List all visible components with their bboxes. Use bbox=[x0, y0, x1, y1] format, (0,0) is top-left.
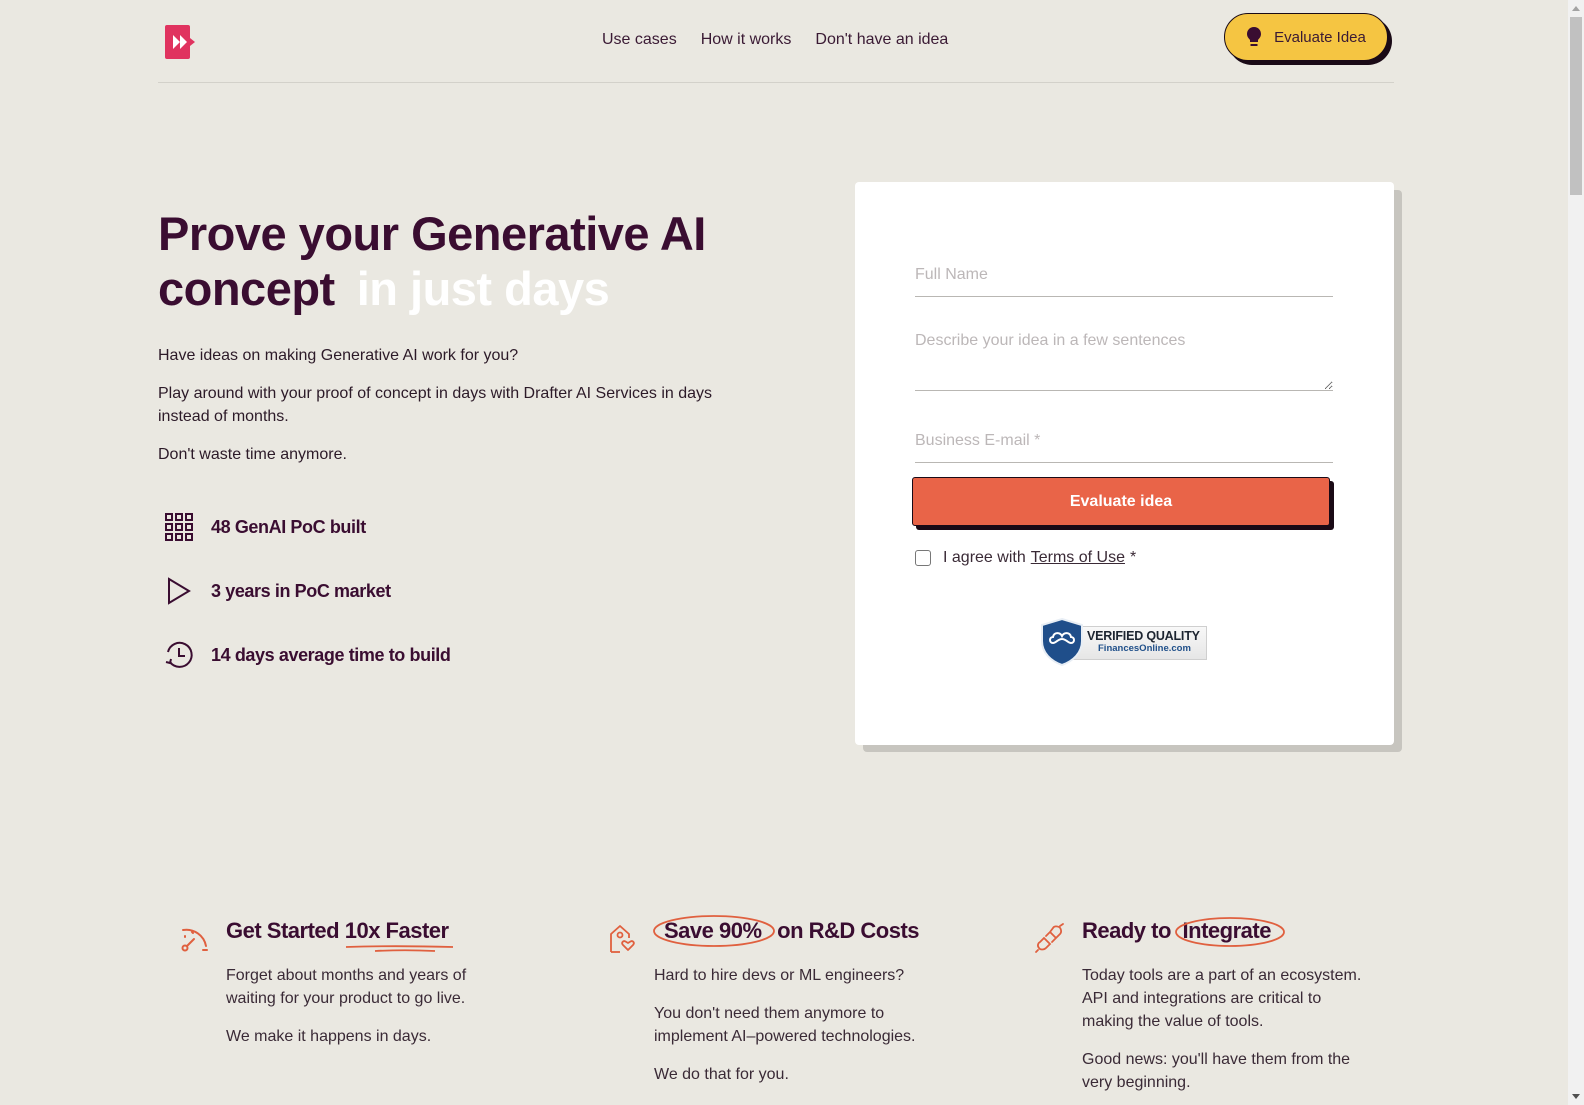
grid-icon bbox=[162, 510, 196, 544]
verified-quality-badge[interactable]: VERIFIED QUALITY FinancesOnline.com bbox=[1039, 617, 1209, 667]
feature-title-text: on R&D Costs bbox=[777, 918, 920, 943]
feature-body: Today tools are a part of an ecosystem. … bbox=[1082, 964, 1377, 1105]
full-name-input[interactable] bbox=[915, 254, 1333, 297]
logo-icon[interactable] bbox=[165, 25, 197, 59]
stats-list: 48 GenAI PoC built 3 years in PoC market… bbox=[162, 506, 451, 698]
stat-label: 14 days average time to build bbox=[211, 644, 451, 665]
stat-label: 48 GenAI PoC built bbox=[211, 516, 366, 537]
business-email-input[interactable] bbox=[915, 420, 1333, 463]
scrollbar-thumb[interactable] bbox=[1570, 17, 1582, 195]
stat-label: 3 years in PoC market bbox=[211, 580, 391, 601]
feature-title: Get Started 10x Faster bbox=[226, 918, 453, 952]
stat-item: 3 years in PoC market bbox=[162, 570, 451, 612]
plug-icon bbox=[1035, 923, 1064, 953]
hero-paragraph: Have ideas on making Generative AI work … bbox=[158, 347, 519, 364]
hero-paragraph: Don't waste time anymore. bbox=[158, 446, 347, 463]
feature-body: Forget about months and years of waiting… bbox=[226, 964, 486, 1063]
highlight-text: 10x Faster bbox=[344, 918, 449, 943]
highlight-text: Save 90% bbox=[664, 918, 762, 943]
feature-title: Ready to Integrate bbox=[1082, 917, 1285, 947]
feature-paragraph: We do that for you. bbox=[654, 1066, 789, 1083]
hero-title-accent: in just days bbox=[356, 262, 610, 315]
agree-prefix: I agree with bbox=[943, 549, 1026, 566]
stat-item: 14 days average time to build bbox=[162, 634, 451, 676]
nav-use-cases[interactable]: Use cases bbox=[602, 31, 677, 49]
feature-paragraph: Hard to hire devs or ML engineers? bbox=[654, 967, 905, 984]
idea-description-textarea[interactable] bbox=[915, 325, 1333, 391]
lightbulb-icon bbox=[1247, 27, 1262, 46]
feature-paragraph: We make it happens in days. bbox=[226, 1028, 432, 1045]
hero-description: Have ideas on making Generative AI work … bbox=[158, 344, 748, 481]
underline-scribble bbox=[345, 945, 453, 952]
feature-paragraph: You don't need them anymore to implement… bbox=[654, 1005, 916, 1045]
feature-title-text: Ready to bbox=[1082, 918, 1171, 943]
clock-history-icon bbox=[162, 638, 196, 672]
scroll-down-arrow-icon[interactable] bbox=[1572, 1094, 1580, 1099]
terms-of-use-link[interactable]: Terms of Use bbox=[1031, 549, 1125, 567]
scroll-up-arrow-icon[interactable] bbox=[1572, 6, 1580, 11]
shield-cloud-icon bbox=[1041, 617, 1083, 667]
highlight-text: Integrate bbox=[1182, 918, 1272, 943]
feature-paragraph: Forget about months and years of waiting… bbox=[226, 967, 467, 1007]
home-heart-icon bbox=[610, 925, 635, 953]
site-header: Use cases How it works Don't have an ide… bbox=[158, 0, 1394, 83]
feature-title-highlight: Save 90% bbox=[653, 915, 775, 947]
nav-dont-have-idea[interactable]: Don't have an idea bbox=[815, 31, 948, 49]
terms-checkbox[interactable] bbox=[915, 550, 931, 566]
main-nav: Use cases How it works Don't have an ide… bbox=[602, 31, 948, 49]
nav-how-it-works[interactable]: How it works bbox=[701, 31, 792, 49]
stat-item: 48 GenAI PoC built bbox=[162, 506, 451, 548]
feature-body: Hard to hire devs or ML engineers? You d… bbox=[654, 964, 934, 1101]
page-scrollbar[interactable] bbox=[1568, 0, 1584, 1105]
badge-line2: FinancesOnline.com bbox=[1098, 643, 1191, 654]
feature-paragraph: Today tools are a part of an ecosystem. … bbox=[1082, 967, 1362, 1030]
feature-paragraph: Good news: you'll have them from the ver… bbox=[1082, 1051, 1351, 1091]
feature-title-text: Get Started bbox=[226, 918, 340, 943]
feature-title-highlight: Integrate bbox=[1174, 917, 1285, 947]
speedometer-icon bbox=[181, 928, 208, 952]
evaluate-idea-submit-button[interactable]: Evaluate idea bbox=[912, 477, 1330, 526]
terms-agreement: I agree with Terms of Use * bbox=[915, 549, 1136, 567]
feature-title: Save 90% on R&D Costs bbox=[653, 915, 920, 947]
idea-form-card: Evaluate idea I agree with Terms of Use … bbox=[855, 182, 1394, 745]
page: Use cases How it works Don't have an ide… bbox=[0, 0, 1568, 1105]
evaluate-idea-header-label: Evaluate Idea bbox=[1274, 28, 1366, 46]
hero-title: Prove your Generative AI concept in just … bbox=[158, 206, 798, 316]
play-icon bbox=[162, 574, 196, 608]
badge-text: VERIFIED QUALITY FinancesOnline.com bbox=[1087, 629, 1200, 654]
required-asterisk: * bbox=[1129, 549, 1137, 566]
hero-paragraph: Play around with your proof of concept i… bbox=[158, 385, 713, 425]
feature-title-highlight: 10x Faster bbox=[344, 918, 453, 952]
badge-line1: VERIFIED QUALITY bbox=[1087, 629, 1200, 643]
evaluate-idea-header-button[interactable]: Evaluate Idea bbox=[1224, 13, 1388, 61]
